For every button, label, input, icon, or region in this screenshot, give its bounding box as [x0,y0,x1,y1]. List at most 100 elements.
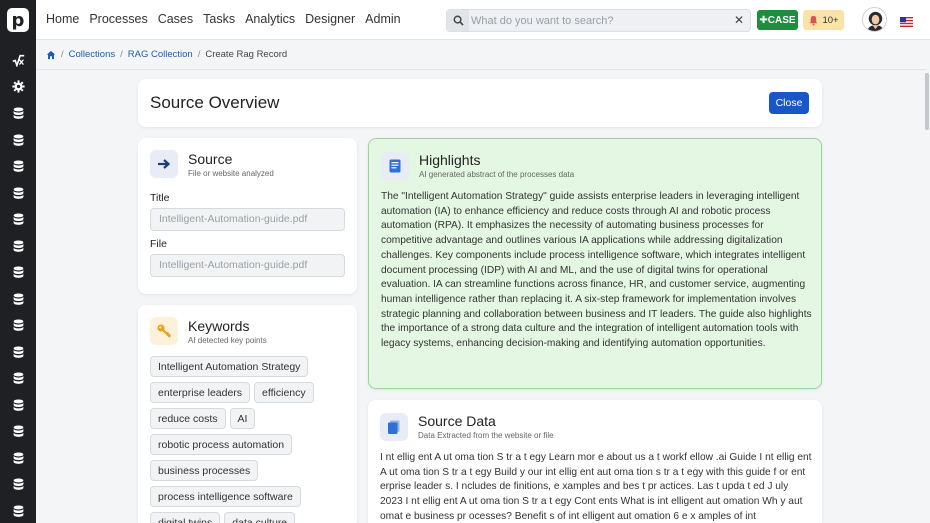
sidebar-item-database[interactable] [0,208,36,230]
top-bar: Home Processes Cases Tasks Analytics Des… [36,0,930,40]
nav-processes[interactable]: Processes [89,12,147,26]
sidebar-item-database[interactable] [0,288,36,310]
square-root-icon [12,54,24,67]
keyword-tag: reduce costs [150,408,226,429]
key-icon [150,317,178,345]
database-icon [13,186,23,199]
add-case-button[interactable]: ✚ CASE [757,10,798,30]
sidebar-item-database[interactable] [0,314,36,336]
database-icon [13,398,23,411]
highlights-subtitle: AI generated abstract of the processes d… [419,170,575,179]
database-icon [13,133,23,146]
bell-icon [810,15,818,26]
nav-home[interactable]: Home [46,12,79,26]
keyword-tag: business processes [150,460,259,481]
notifications-button[interactable]: 10+ [803,10,844,30]
search-icon[interactable] [447,10,469,31]
arrow-right-icon [150,150,178,178]
nav-tasks[interactable]: Tasks [203,12,235,26]
database-icon [13,265,23,278]
keywords-title: Keywords [188,318,250,334]
file-field[interactable]: Intelligent-Automation-guide.pdf [150,254,345,277]
files-icon [380,413,408,441]
plus-icon: ✚ [759,14,768,26]
sidebar-item-database[interactable] [0,182,36,204]
keyword-tag: Intelligent Automation Strategy [150,356,309,377]
source-card: Source File or website analyzed Title In… [138,138,357,294]
database-icon [13,106,23,119]
keyword-tag: process intelligence software [150,486,301,507]
sidebar-item-database[interactable] [0,447,36,469]
keyword-tag: AI [229,408,256,429]
breadcrumb: / Collections / RAG Collection / Create … [46,49,287,60]
file-label: File [150,238,167,250]
divider [36,69,926,70]
nav-analytics[interactable]: Analytics [245,12,295,26]
document-icon [381,152,409,180]
page-title: Source Overview [150,93,280,112]
scrollbar-thumb[interactable] [925,73,929,130]
database-icon [13,345,23,358]
nav-admin[interactable]: Admin [365,12,400,26]
title-label: Title [150,192,170,204]
clear-search-icon[interactable]: ✕ [734,13,744,27]
highlights-title: Highlights [419,152,481,168]
source-overview-header: Source Overview Close [138,79,822,127]
nav-cases[interactable]: Cases [158,12,193,26]
database-icon [13,424,23,437]
database-icon [13,504,23,517]
keyword-tag: data culture [224,512,296,523]
keywords-card: Keywords AI detected key points Intellig… [138,305,357,523]
keyword-tag: robotic process automation [150,434,293,455]
sidebar-item-settings[interactable] [0,75,36,97]
database-icon [13,212,23,225]
keywords-subtitle: AI detected key points [188,336,267,345]
sidebar-item-database[interactable] [0,102,36,124]
database-icon [13,159,23,172]
database-icon [13,451,23,464]
sidebar-item-database[interactable] [0,155,36,177]
database-icon [13,371,23,384]
sidebar-item-database[interactable] [0,129,36,151]
breadcrumb-collections[interactable]: Collections [69,49,115,60]
sidebar-item-database[interactable] [0,261,36,283]
breadcrumb-rag-collection[interactable]: RAG Collection [128,49,193,60]
source-title: Source [188,151,233,167]
sidebar-item-formula[interactable] [0,49,36,71]
sidebar-item-database[interactable] [0,367,36,389]
sidebar-item-database[interactable] [0,473,36,495]
home-icon[interactable] [46,50,56,60]
gear-icon [11,79,25,93]
nav-designer[interactable]: Designer [305,12,355,26]
title-field[interactable]: Intelligent-Automation-guide.pdf [150,208,345,231]
highlights-text: The "Intelligent Automation Strategy" gu… [381,191,812,350]
search-input[interactable] [471,12,721,29]
page-scrollbar[interactable] [925,70,930,523]
source-data-subtitle: Data Extracted from the website or file [418,431,554,440]
source-data-text: I nt ellig ent A ut oma tion S tr a t eg… [380,452,812,522]
source-data-title: Source Data [418,413,496,429]
user-avatar[interactable] [862,7,887,32]
database-icon [13,292,23,305]
search-bar: ✕ [446,9,751,32]
database-icon [13,318,23,331]
us-flag-icon[interactable] [900,14,913,27]
sidebar-item-database[interactable] [0,235,36,257]
sidebar-item-database[interactable] [0,500,36,522]
sidebar-item-database[interactable] [0,394,36,416]
main-nav: Home Processes Cases Tasks Analytics Des… [46,12,411,26]
source-data-card: Source Data Data Extracted from the webs… [368,400,822,523]
database-icon [13,239,23,252]
database-icon [13,477,23,490]
source-subtitle: File or website analyzed [188,169,274,178]
highlights-card: Highlights AI generated abstract of the … [368,138,822,389]
keyword-tag: enterprise leaders [150,382,251,403]
logo-icon: p [7,8,29,32]
close-button[interactable]: Close [769,92,809,114]
app-logo[interactable]: p [0,0,36,40]
notification-count: 10+ [822,14,839,26]
left-sidebar: p [0,0,36,523]
keyword-tag: efficiency [254,382,314,403]
sidebar-item-database[interactable] [0,420,36,442]
sidebar-item-database[interactable] [0,341,36,363]
